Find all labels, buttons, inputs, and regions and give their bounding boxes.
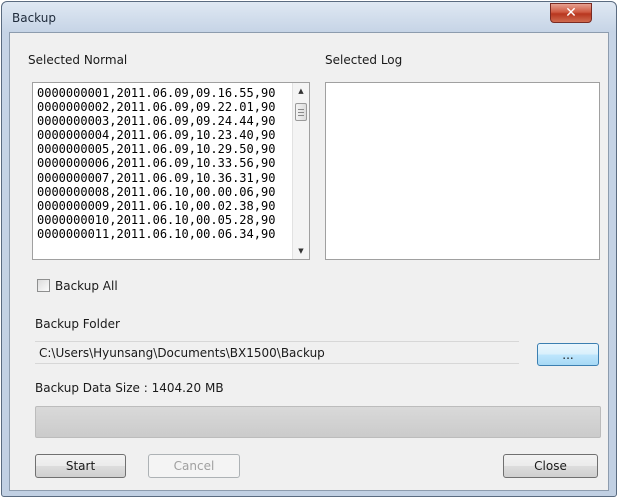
list-item[interactable]: 0000000006,2011.06.09,10.33.56,90 bbox=[37, 156, 287, 170]
list-item[interactable]: 0000000008,2011.06.10,00.00.06,90 bbox=[37, 185, 287, 199]
close-icon: ✕ bbox=[565, 5, 577, 21]
list-item[interactable]: 0000000002,2011.06.09,09.22.01,90 bbox=[37, 100, 287, 114]
start-button-label: Start bbox=[65, 459, 96, 473]
selected-log-label: Selected Log bbox=[325, 53, 403, 67]
selected-log-list[interactable] bbox=[325, 82, 600, 260]
backup-all-checkbox[interactable] bbox=[37, 279, 50, 292]
list-item[interactable]: 0000000003,2011.06.09,09.24.44,90 bbox=[37, 114, 287, 128]
browse-folder-button[interactable]: ... bbox=[537, 343, 599, 366]
window-title: Backup bbox=[12, 11, 56, 25]
list-item[interactable]: 0000000010,2011.06.10,00.05.28,90 bbox=[37, 213, 287, 227]
close-button[interactable]: Close bbox=[503, 454, 598, 478]
close-button-label: Close bbox=[534, 459, 567, 473]
list-item[interactable]: 0000000011,2011.06.10,00.06.34,90 bbox=[37, 227, 287, 241]
dialog-content: Selected Normal Selected Log 0000000001,… bbox=[9, 32, 609, 491]
list-item[interactable]: 0000000009,2011.06.10,00.02.38,90 bbox=[37, 199, 287, 213]
start-button[interactable]: Start bbox=[35, 454, 126, 478]
selected-normal-label: Selected Normal bbox=[28, 53, 128, 67]
scroll-up-arrow-icon[interactable]: ▲ bbox=[293, 87, 309, 95]
backup-progress-bar bbox=[35, 406, 601, 438]
backup-dialog: Backup ✕ Selected Normal Selected Log 00… bbox=[1, 1, 617, 497]
selected-normal-scrollbar[interactable]: ▲ ▼ bbox=[292, 83, 309, 259]
backup-folder-path-field[interactable]: C:\Users\Hyunsang\Documents\BX1500\Backu… bbox=[35, 341, 519, 364]
list-item[interactable]: 0000000005,2011.06.09,10.29.50,90 bbox=[37, 142, 287, 156]
browse-button-label: ... bbox=[562, 347, 574, 362]
backup-folder-path: C:\Users\Hyunsang\Documents\BX1500\Backu… bbox=[39, 346, 325, 360]
backup-all-label[interactable]: Backup All bbox=[55, 279, 118, 293]
backup-data-size: Backup Data Size : 1404.20 MB bbox=[35, 381, 224, 395]
window-close-button[interactable]: ✕ bbox=[550, 3, 592, 23]
scroll-thumb[interactable] bbox=[295, 103, 307, 121]
selected-normal-list[interactable]: 0000000001,2011.06.09,09.16.55,90 0000000… bbox=[32, 82, 310, 260]
list-item[interactable]: 0000000001,2011.06.09,09.16.55,90 bbox=[37, 86, 287, 100]
cancel-button[interactable]: Cancel bbox=[148, 454, 240, 478]
selected-normal-items: 0000000001,2011.06.09,09.16.55,90 0000000… bbox=[37, 86, 287, 241]
scroll-down-arrow-icon[interactable]: ▼ bbox=[293, 247, 309, 255]
list-item[interactable]: 0000000007,2011.06.09,10.36.31,90 bbox=[37, 171, 287, 185]
backup-folder-label: Backup Folder bbox=[35, 317, 120, 331]
list-item[interactable]: 0000000004,2011.06.09,10.23.40,90 bbox=[37, 128, 287, 142]
cancel-button-label: Cancel bbox=[173, 459, 215, 473]
